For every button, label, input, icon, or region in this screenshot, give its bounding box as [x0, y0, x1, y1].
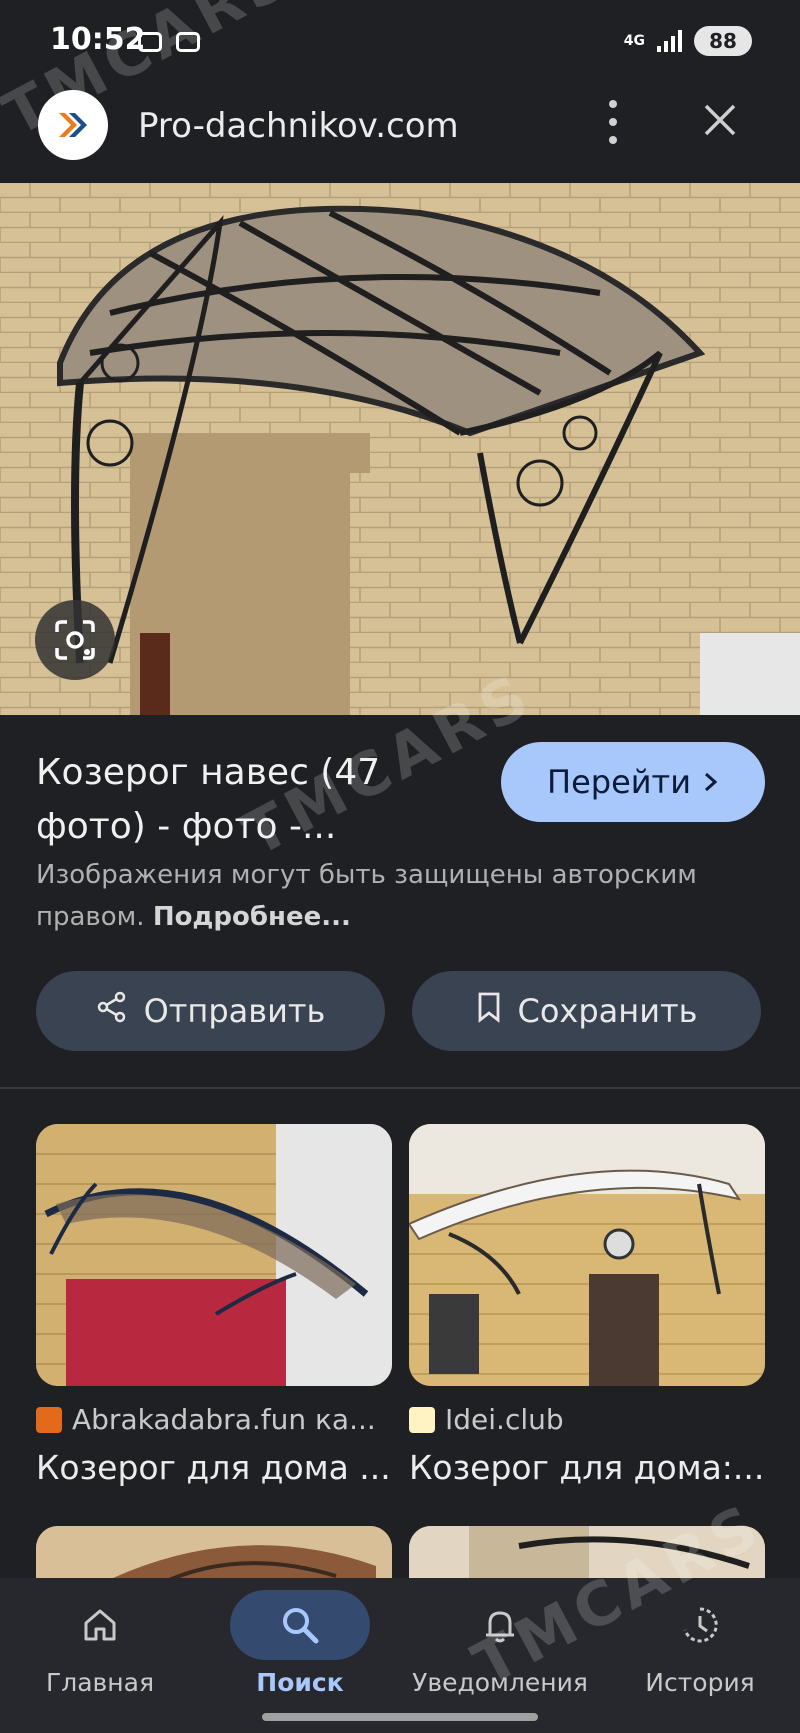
share-button[interactable]: Отправить: [36, 971, 385, 1051]
visit-button[interactable]: Перейти: [501, 742, 765, 822]
related-caption-2[interactable]: Козерог для дома:...: [409, 1448, 765, 1487]
site-favicon-icon: [36, 1406, 62, 1433]
share-icon: [96, 991, 128, 1031]
network-label: 4G: [623, 33, 645, 49]
related-image-1[interactable]: [36, 1124, 392, 1386]
close-icon[interactable]: [700, 100, 740, 140]
battery-indicator: 88: [694, 26, 752, 56]
nav-home-label: Главная: [46, 1668, 154, 1697]
divider: [0, 1087, 800, 1089]
related-caption-1[interactable]: Козерог для дома ...: [36, 1448, 392, 1487]
viewer-header: Pro-dachnikov.com: [0, 90, 800, 180]
status-right: 4G 88: [624, 26, 752, 56]
related-image-2[interactable]: [409, 1124, 765, 1386]
related-source-2[interactable]: Idei.club: [409, 1403, 765, 1436]
nav-home[interactable]: Главная: [0, 1578, 200, 1708]
google-lens-icon[interactable]: [35, 600, 115, 680]
gesture-bar[interactable]: [262, 1713, 538, 1721]
visit-button-label: Перейти: [547, 763, 691, 801]
save-button[interactable]: Сохранить: [412, 971, 761, 1051]
home-icon: [30, 1590, 170, 1660]
site-title[interactable]: Pro-dachnikov.com: [138, 106, 459, 146]
chevron-right-icon: [703, 763, 719, 801]
related-source-1-label: Abrakadabra.fun ка...: [72, 1403, 376, 1436]
share-button-label: Отправить: [143, 992, 326, 1030]
nav-search[interactable]: Поиск: [200, 1578, 400, 1708]
copyright-text: Изображения могут быть защищены авторски…: [36, 860, 697, 932]
search-icon: [230, 1590, 370, 1660]
main-image[interactable]: [0, 183, 800, 715]
signal-icon: [657, 30, 682, 52]
nav-search-label: Поиск: [256, 1668, 344, 1697]
site-favicon-icon: [409, 1406, 435, 1433]
related-source-2-label: Idei.club: [445, 1403, 564, 1436]
more-info-link[interactable]: Подробнее...: [153, 902, 351, 932]
save-button-label: Сохранить: [517, 992, 698, 1030]
copyright-notice: Изображения могут быть защищены авторски…: [36, 854, 756, 938]
more-options-icon[interactable]: [600, 100, 626, 144]
nav-history-label: История: [645, 1668, 755, 1697]
bookmark-icon: [476, 991, 502, 1031]
related-source-1[interactable]: Abrakadabra.fun ка...: [36, 1403, 392, 1436]
